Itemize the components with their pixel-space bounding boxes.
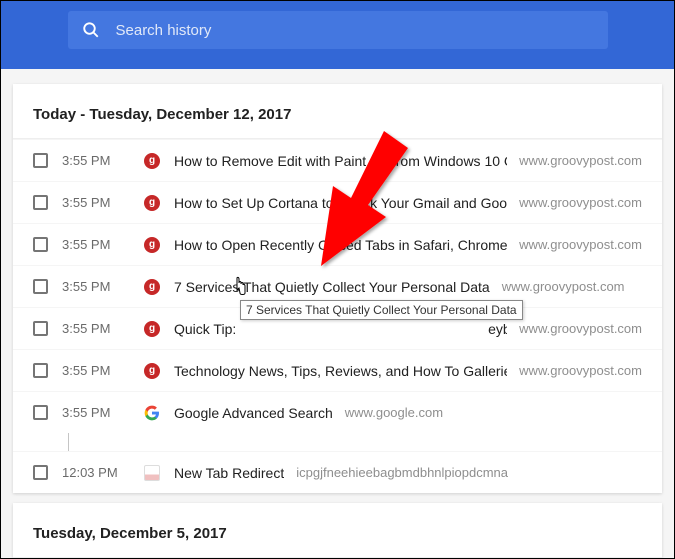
search-input[interactable] <box>116 22 594 39</box>
history-row[interactable]: 3:55 PM g Technology News, Tips, Reviews… <box>13 349 662 391</box>
time-label: 12:03 PM <box>62 465 144 480</box>
time-label: 3:55 PM <box>62 237 144 252</box>
favicon-groovypost: g <box>144 153 160 169</box>
page-title[interactable]: Quick Tip: eyboard <box>174 321 507 337</box>
page-title[interactable]: New Tab Redirect <box>174 465 284 481</box>
history-row[interactable]: 12:03 PM New Tab Redirect icpgjfneehieeb… <box>13 451 662 493</box>
time-divider <box>68 433 69 451</box>
search-icon <box>82 21 100 39</box>
page-domain[interactable]: icpgjfneehieebagbmdbhnlpiopdcmna <box>296 465 508 480</box>
page-title[interactable]: Google Advanced Search <box>174 405 333 421</box>
search-bar <box>1 1 674 69</box>
page-domain[interactable]: www.groovypost.com <box>519 195 642 210</box>
checkbox[interactable] <box>33 153 48 168</box>
title-suffix: eyboard <box>488 321 507 337</box>
page-domain[interactable]: www.groovypost.com <box>519 237 642 252</box>
tooltip: 7 Services That Quietly Collect Your Per… <box>240 300 523 320</box>
history-section-today: Today - Tuesday, December 12, 2017 3:55 … <box>13 84 662 493</box>
history-row[interactable]: 3:55 PM g How to Set Up Cortana to Check… <box>13 181 662 223</box>
page-title[interactable]: Technology News, Tips, Reviews, and How … <box>174 363 507 379</box>
checkbox[interactable] <box>33 321 48 336</box>
history-section-dec5: Tuesday, December 5, 2017 <box>13 503 662 558</box>
page-title[interactable]: How to Open Recently Closed Tabs in Safa… <box>174 237 507 253</box>
time-label: 3:55 PM <box>62 279 144 294</box>
checkbox[interactable] <box>33 405 48 420</box>
checkbox[interactable] <box>33 237 48 252</box>
favicon-groovypost: g <box>144 279 160 295</box>
page-domain[interactable]: www.groovypost.com <box>519 153 642 168</box>
time-label: 3:55 PM <box>62 321 144 336</box>
page-domain[interactable]: www.groovypost.com <box>502 279 625 294</box>
favicon-extension <box>144 465 160 481</box>
page-domain[interactable]: www.groovypost.com <box>519 363 642 378</box>
page-title[interactable]: How to Remove Edit with Paint 3D from Wi… <box>174 153 507 169</box>
checkbox[interactable] <box>33 195 48 210</box>
search-container[interactable] <box>68 11 608 49</box>
checkbox[interactable] <box>33 279 48 294</box>
page-domain[interactable]: www.groovypost.com <box>519 321 642 336</box>
history-row[interactable]: 3:55 PM g How to Remove Edit with Paint … <box>13 139 662 181</box>
checkbox[interactable] <box>33 465 48 480</box>
page-domain[interactable]: www.google.com <box>345 405 443 420</box>
time-label: 3:55 PM <box>62 195 144 210</box>
date-header: Today - Tuesday, December 12, 2017 <box>13 84 662 139</box>
page-title[interactable]: How to Set Up Cortana to Check Your Gmai… <box>174 195 507 211</box>
page-title[interactable]: 7 Services That Quietly Collect Your Per… <box>174 279 490 295</box>
date-header: Tuesday, December 5, 2017 <box>13 503 662 558</box>
history-row[interactable]: 3:55 PM g How to Open Recently Closed Ta… <box>13 223 662 265</box>
time-label: 3:55 PM <box>62 363 144 378</box>
time-label: 3:55 PM <box>62 405 144 420</box>
checkbox[interactable] <box>33 363 48 378</box>
favicon-groovypost: g <box>144 195 160 211</box>
title-prefix: Quick Tip: <box>174 321 240 337</box>
favicon-google <box>144 405 160 421</box>
favicon-groovypost: g <box>144 237 160 253</box>
time-label: 3:55 PM <box>62 153 144 168</box>
favicon-groovypost: g <box>144 363 160 379</box>
history-row[interactable]: 3:55 PM Google Advanced Search www.googl… <box>13 391 662 433</box>
favicon-groovypost: g <box>144 321 160 337</box>
